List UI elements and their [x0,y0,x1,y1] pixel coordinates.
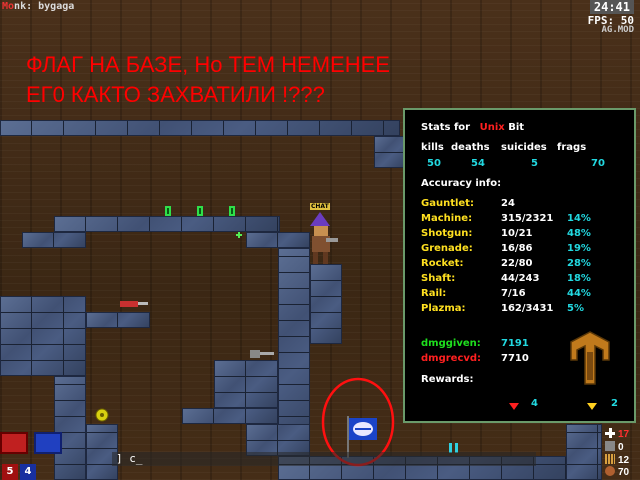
stats-player-name-white: Bit [504,122,525,133]
weapon-hits: 16/86 [501,243,533,254]
weapon-name: Shotgun: [421,228,473,239]
stats-player-name-red: Unix [479,122,505,133]
weapon-accuracy: 19% [567,243,591,254]
wall-block-ceiling [0,120,400,136]
weapon-name: Rail: [421,288,447,299]
stats-title: Stats for Unix Bit [421,122,524,133]
armor-shard-icon [165,206,171,216]
wall-block-ledge-left [22,232,86,248]
player-name-rest: nk [14,1,27,12]
frags-value: 70 [618,467,630,478]
weapon-accuracy: 14% [567,213,591,224]
weapon-name: Machine: [421,213,473,224]
dmggiven-label: dmggiven: [421,338,481,349]
blue-team-score: 4 [20,464,36,480]
player-status-line: Monk: bygaga [2,1,74,12]
rocket-launcher-icon [120,301,148,307]
wall-block-left-ledge [86,312,150,328]
weapon-accuracy: 18% [567,273,591,284]
weapon-accuracy: 5% [567,303,584,314]
weapon-name: Gauntlet: [421,198,474,209]
player-name-prefix: Mo [2,1,15,12]
stats-title-prefix: Stats for [421,122,471,133]
weapon-name: Rocket: [421,258,464,269]
wall-block-left-column [54,376,86,480]
weapon-hits: 22/80 [501,258,533,269]
reward-red-arrow-icon [509,403,519,410]
health-value: 17 [618,429,630,440]
accuracy-title: Accuracy info: [421,178,502,189]
weapon-hits: 7/16 [501,288,526,299]
armor-shard-icon [229,206,235,216]
red-team-flag-status [0,432,28,454]
stats-deaths-value: 54 [471,158,485,169]
red-team-score: 5 [2,464,18,480]
wall-block-mid-floor [182,408,278,424]
reward-red-count: 4 [531,398,538,409]
weapon-name: Shaft: [421,273,456,284]
weapon-name: Plazma: [421,303,466,314]
console-input[interactable]: ] c_ [112,452,536,466]
frags-readout: 70 [605,466,629,479]
armor-value: 0 [618,442,624,453]
skull-icon [605,466,615,476]
shotgun-icon [250,350,274,358]
dmggiven-value: 7191 [501,338,529,349]
game-clock: 24:41 [589,0,634,14]
wall-block-right-top [374,136,404,168]
weapon-name: Grenade: [421,243,473,254]
weapon-accuracy: 44% [567,288,591,299]
mod-name: AG.MOD [601,25,634,35]
weapon-hits: 162/3431 [501,303,554,314]
weapon-hits: 10/21 [501,228,533,239]
player-status: bygaga [32,1,75,12]
stats-suicides-value: 5 [531,158,538,169]
chat-message: ФЛАГ НА БАЗЕ, Но ТЕМ НЕМЕНЕЕ ЕГ0 КАКТО З… [26,50,506,110]
rewards-label: Rewards: [421,374,474,385]
stats-header-frags: frags [557,142,587,153]
stats-frags-value: 70 [591,158,605,169]
stats-header-kills: kills [421,142,444,153]
weapon-accuracy: 28% [567,258,591,269]
stats-header-deaths: deaths [451,142,490,153]
health-cross-icon [605,428,615,438]
wall-block-pillar-right [310,264,342,344]
stats-panel: Stats for Unix Bit kills deaths suicides… [403,108,636,423]
player-character [310,212,338,264]
game-viewport: CHAT Monk: bygaga 24:41 FPS: 50 AG.MOD Ф… [0,0,640,480]
blue-team-flag-status [34,432,62,454]
dmgrecvd-label: dmgrecvd: [421,353,482,364]
weapon-accuracy: 48% [567,228,591,239]
weapon-hits: 44/243 [501,273,540,284]
stats-kills-value: 50 [427,158,441,169]
dmgrecvd-value: 7710 [501,353,529,364]
reward-yellow-arrow-icon [587,403,597,410]
weapon-hits: 315/2321 [501,213,554,224]
armor-shard-icon [197,206,203,216]
player-chat-tag: CHAT [310,203,330,210]
bullets-icon [605,454,615,464]
ammo-value: 12 [618,455,630,466]
gauntlet-icon [570,331,610,385]
wall-block-mid-step [214,360,278,408]
chat-line: ЕГ0 КАКТО ЗАХВАТИЛИ !??? [26,82,325,107]
wall-block-left-mass [0,296,86,376]
green-sparkle-icon [236,232,242,238]
chat-line: ФЛАГ НА БАЗЕ, Но ТЕМ НЕМЕНЕЕ [26,52,390,77]
wall-block-platform-upper [54,216,280,232]
wall-block-pillar [278,248,310,448]
health-readout: 17 [605,428,629,441]
reward-yellow-count: 2 [611,398,618,409]
weapon-hits: 24 [501,198,515,209]
stats-header-suicides: suicides [501,142,547,153]
wall-block-right-base [566,424,602,480]
wall-block-step [246,232,310,248]
armor-icon [605,441,615,451]
armor-readout: 0 [605,441,624,454]
health-orb-icon [95,408,109,422]
